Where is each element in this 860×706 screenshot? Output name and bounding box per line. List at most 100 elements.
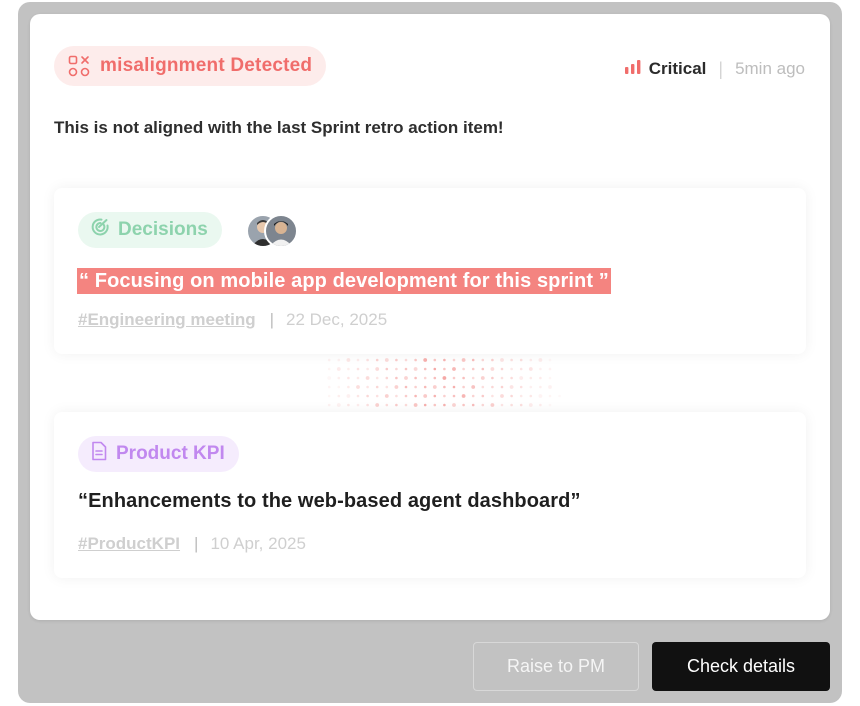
connector-dot	[394, 385, 399, 389]
connector-dot	[480, 376, 485, 380]
connector-dot	[491, 376, 494, 380]
decisions-tag: Decisions	[78, 212, 222, 248]
connector-dot	[356, 376, 360, 380]
connector-dot	[471, 385, 476, 389]
connector-dot	[385, 403, 389, 407]
check-details-button[interactable]: Check details	[652, 642, 830, 691]
connector-dot	[433, 367, 437, 371]
avatar[interactable]	[264, 214, 298, 248]
connector-dot	[510, 376, 513, 380]
connector-dot	[414, 358, 417, 362]
connector-dot	[375, 385, 379, 389]
connector-dot	[471, 394, 475, 398]
connector-dot	[347, 367, 350, 371]
participant-avatars[interactable]	[246, 214, 298, 248]
meta-divider: |	[718, 58, 724, 79]
connector-dot	[558, 394, 561, 398]
connector-dot	[519, 403, 523, 407]
connector-dot	[548, 394, 552, 398]
shapes-x-icon	[68, 55, 90, 77]
connector-dot	[433, 376, 437, 380]
decisions-tag-label: Decisions	[118, 219, 208, 240]
connector-dot	[539, 385, 542, 389]
connector-dot	[433, 394, 437, 398]
connector-dot	[452, 394, 456, 398]
connector-dot	[462, 403, 465, 407]
connector-dot	[509, 385, 514, 389]
raise-to-pm-button[interactable]: Raise to PM	[473, 642, 639, 691]
connector-dot	[491, 358, 494, 362]
connector-dot	[548, 376, 552, 380]
connector-dot	[366, 367, 369, 371]
connector-dot	[500, 394, 504, 398]
connector-dot	[442, 376, 447, 380]
connector-dot	[395, 358, 398, 362]
connector-dot	[462, 385, 465, 389]
connector-dot-grid	[327, 358, 561, 407]
connector-dot	[462, 367, 465, 371]
connector-dot	[404, 376, 408, 380]
connector-dot	[452, 358, 456, 362]
connector-dot	[356, 385, 360, 389]
decision-quote: “ Focusing on mobile app development for…	[77, 268, 611, 294]
connector-dot	[375, 367, 380, 371]
connector-dot	[538, 394, 543, 398]
connector-dot	[433, 403, 437, 407]
connector-dot	[385, 385, 389, 389]
decision-footer: #Engineering meeting | 22 Dec, 2025	[78, 310, 387, 330]
connector-dot	[519, 376, 524, 380]
connector-dot	[385, 367, 389, 371]
alert-message: This is not aligned with the last Sprint…	[54, 118, 504, 137]
connector-dot	[510, 403, 513, 407]
connector-dot	[384, 358, 389, 362]
connector-dot	[539, 403, 542, 407]
connector-dot	[471, 358, 475, 362]
connector-dot	[443, 358, 446, 362]
connector-dot	[337, 358, 341, 362]
connector-dot	[548, 385, 552, 389]
connector-dot	[471, 367, 475, 371]
connector-dot	[490, 403, 495, 407]
connector-dot	[500, 376, 504, 380]
decision-card[interactable]: Decisions “ Focusing on mobile app devel…	[54, 188, 806, 354]
connector-dot	[471, 376, 475, 380]
kpi-card[interactable]: Product KPI “Enhancements to the web-bas…	[54, 412, 806, 578]
connector-dot	[413, 403, 418, 407]
connector-dot	[327, 385, 331, 389]
connector-dot	[539, 376, 542, 380]
kpi-footer: #ProductKPI | 10 Apr, 2025	[78, 534, 306, 554]
connector-dot	[414, 376, 417, 380]
connector-dot	[414, 385, 417, 389]
connector-dot	[452, 385, 456, 389]
connector-dot	[423, 367, 427, 371]
connector-dot	[356, 403, 360, 407]
connector-dot	[404, 358, 408, 362]
engineering-meeting-link[interactable]: #Engineering meeting	[78, 310, 256, 330]
footer-divider: |	[269, 310, 275, 329]
connector-dot	[443, 394, 446, 398]
connector-dot	[548, 367, 552, 371]
connector-dot	[327, 376, 332, 380]
connector-dot	[375, 394, 379, 398]
product-kpi-link[interactable]: #ProductKPI	[78, 534, 180, 554]
connector-dot	[443, 367, 446, 371]
connector-dot	[384, 394, 389, 398]
kpi-quote: “Enhancements to the web-based agent das…	[78, 490, 581, 512]
connector-dot	[452, 376, 456, 380]
connector-dot	[327, 367, 331, 371]
connector-dot	[395, 403, 398, 407]
connector-dot	[375, 376, 379, 380]
connector-dot	[452, 403, 456, 407]
connector-dot	[336, 403, 341, 407]
connector-dot	[481, 358, 485, 362]
connector-dot	[404, 385, 408, 389]
connector-dot	[404, 403, 408, 407]
kpi-date: 10 Apr, 2025	[210, 534, 306, 553]
connector-dot	[423, 403, 427, 407]
connector-dot	[500, 358, 504, 362]
connector-dot	[375, 358, 379, 362]
connector-dot	[519, 394, 523, 398]
connector-dot	[366, 385, 369, 389]
connector-dot	[423, 385, 427, 389]
connector-dot	[346, 394, 351, 398]
